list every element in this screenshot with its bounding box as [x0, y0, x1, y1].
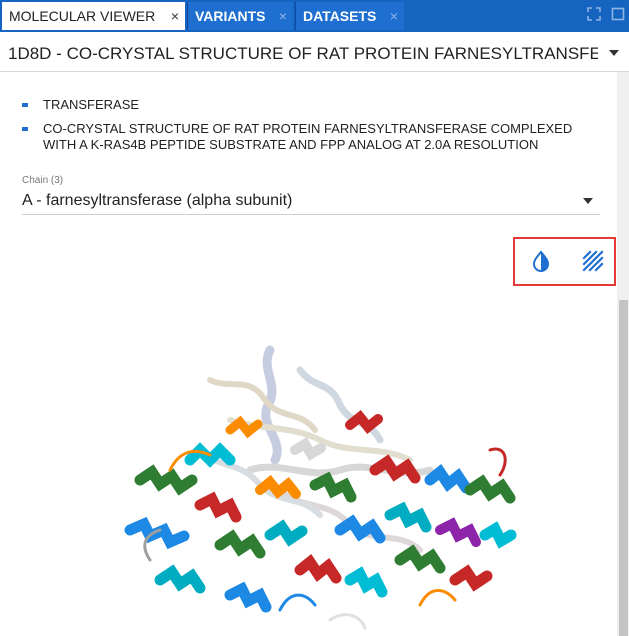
- color-scheme-icon[interactable]: [529, 249, 553, 273]
- close-icon[interactable]: ×: [171, 8, 179, 24]
- molecule-3d-viewer[interactable]: [100, 330, 540, 636]
- bullet-icon: [22, 127, 28, 131]
- viewer-toolbar: [513, 237, 616, 286]
- tab-datasets[interactable]: DATASETS ×: [295, 2, 404, 30]
- tab-variants[interactable]: VARIANTS ×: [187, 2, 293, 30]
- close-icon[interactable]: ×: [279, 8, 287, 24]
- structure-title: 1D8D - CO-CRYSTAL STRUCTURE OF RAT PROTE…: [8, 44, 598, 63]
- protein-ribbon-image: [124, 345, 517, 630]
- chevron-down-icon[interactable]: [609, 50, 619, 56]
- structure-selector[interactable]: 1D8D - CO-CRYSTAL STRUCTURE OF RAT PROTE…: [0, 32, 629, 72]
- expand-icon[interactable]: [587, 7, 601, 21]
- chain-select[interactable]: A - farnesyltransferase (alpha subunit): [22, 187, 600, 215]
- close-icon[interactable]: ×: [390, 8, 398, 24]
- scrollbar-thumb[interactable]: [619, 300, 628, 636]
- keyword-text: TRANSFERASE: [43, 97, 140, 112]
- chain-selected-value: A - farnesyltransferase (alpha subunit): [22, 192, 293, 209]
- tab-molecular-viewer[interactable]: MOLECULAR VIEWER ×: [2, 2, 185, 30]
- window-controls: [587, 7, 625, 21]
- chain-label: Chain (3): [22, 175, 64, 186]
- tab-bar: MOLECULAR VIEWER × VARIANTS × DATASETS ×: [0, 0, 629, 32]
- representation-style-icon[interactable]: [581, 249, 605, 273]
- tab-label: DATASETS: [303, 8, 377, 24]
- tab-label: MOLECULAR VIEWER: [9, 8, 156, 24]
- keyword-text: CO-CRYSTAL STRUCTURE OF RAT PROTEIN FARN…: [43, 121, 573, 152]
- bullet-icon: [22, 103, 28, 107]
- tab-label: VARIANTS: [195, 8, 266, 24]
- chevron-down-icon[interactable]: [583, 198, 593, 204]
- restore-icon[interactable]: [611, 7, 625, 21]
